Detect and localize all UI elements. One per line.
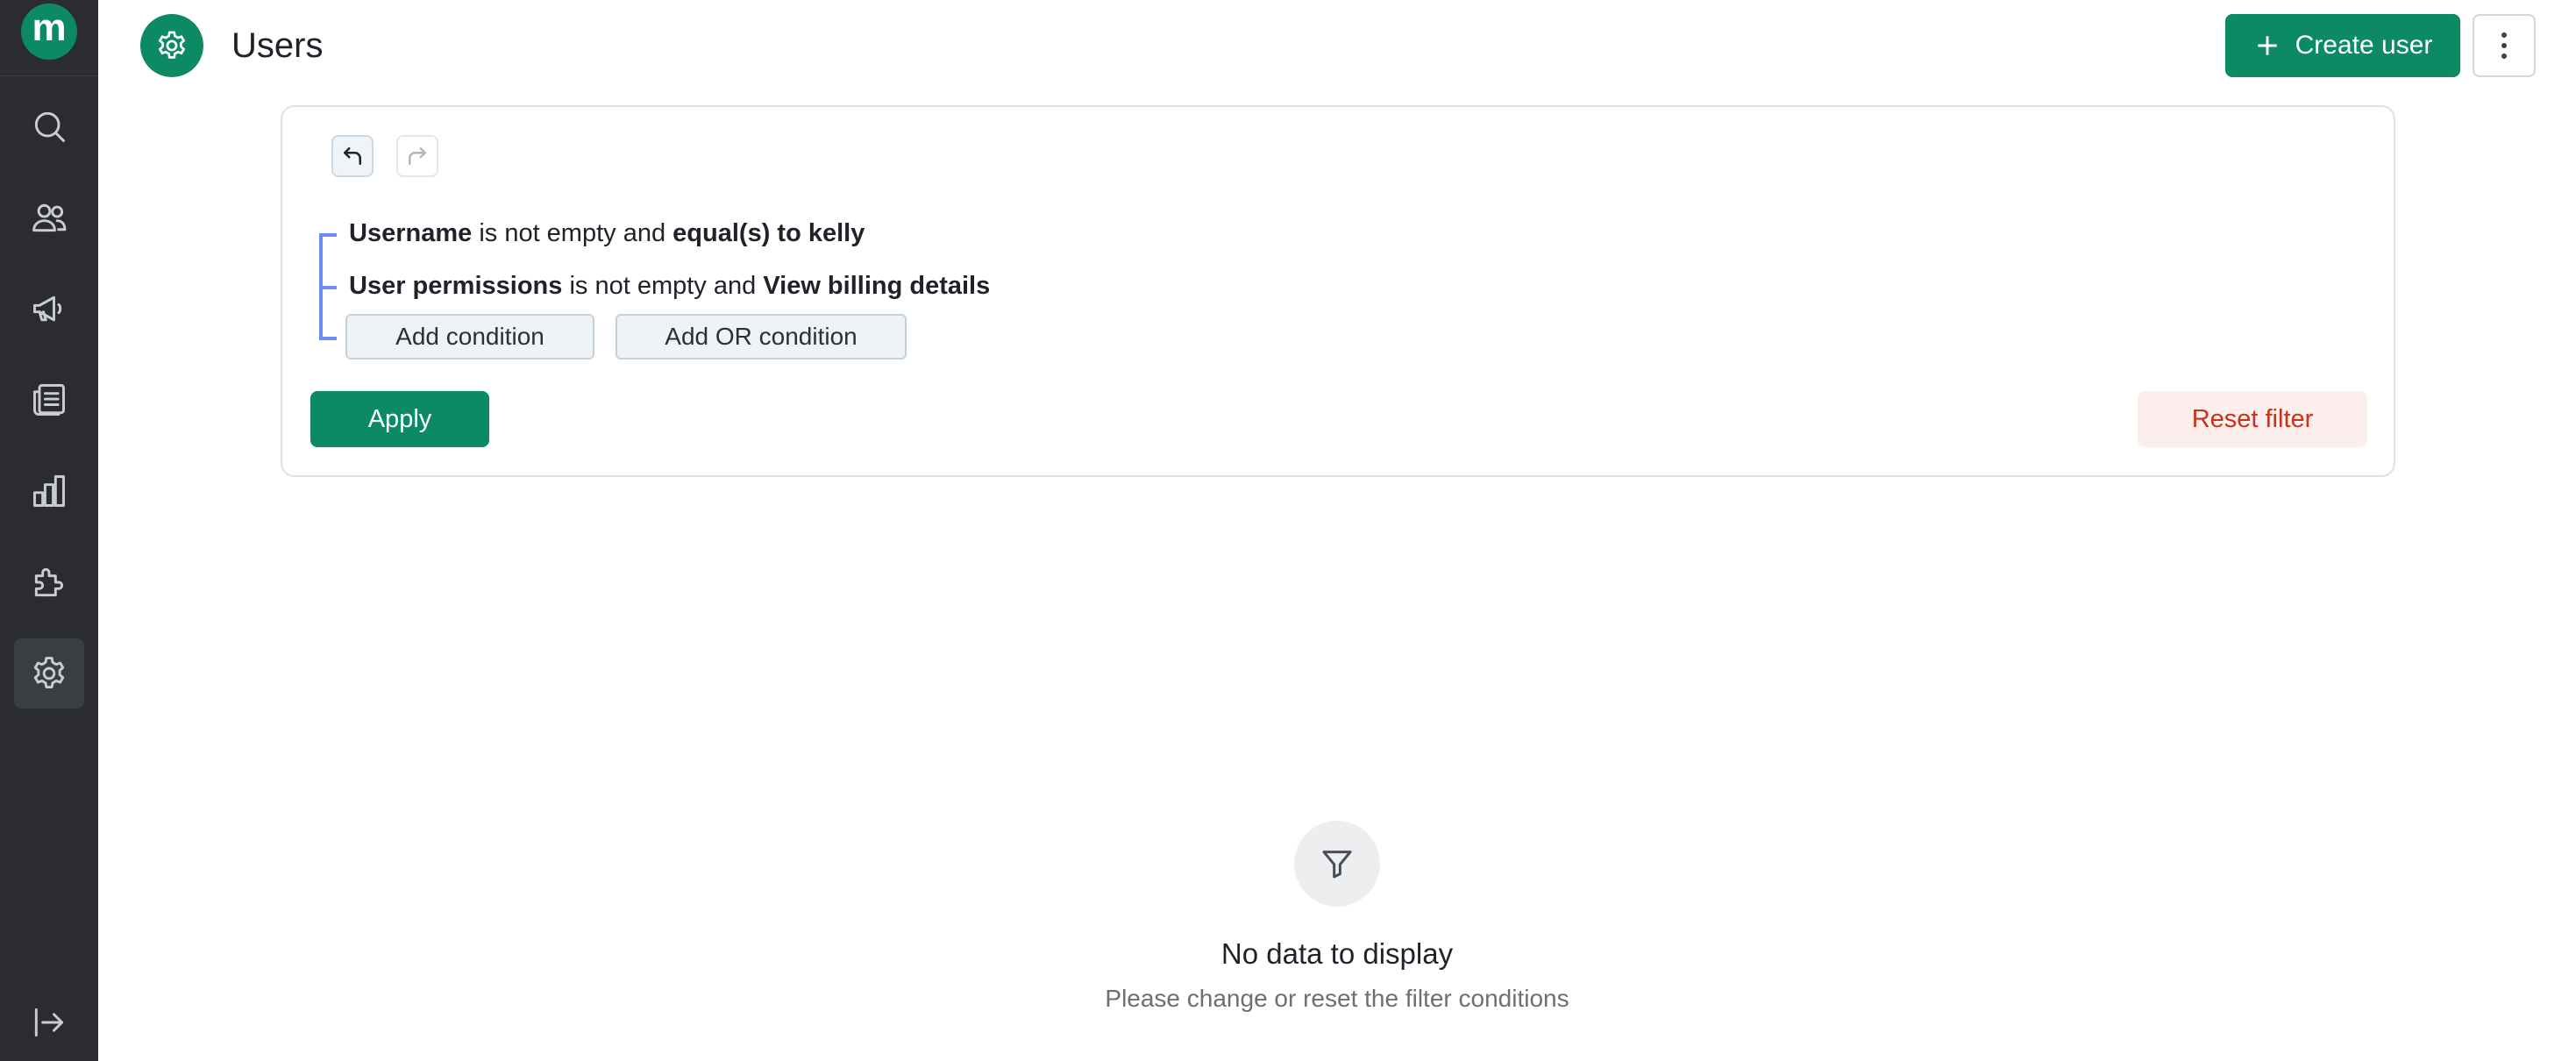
empty-state-subtitle: Please change or reset the filter condit… — [1105, 985, 1569, 1012]
condition-operator: is not empty and — [569, 272, 757, 300]
sidebar-item-search[interactable] — [14, 91, 84, 161]
more-vertical-icon — [2501, 32, 2507, 59]
settings-icon — [33, 657, 65, 689]
sidebar-divider — [0, 75, 98, 76]
condition-row-username[interactable]: Username is not empty and equal(s) to ke… — [349, 216, 865, 251]
page-title: Users — [231, 26, 324, 65]
sidebar-item-users[interactable] — [14, 182, 84, 253]
megaphone-icon — [33, 296, 62, 322]
articles-icon — [33, 384, 65, 416]
sidebar: m — [0, 0, 98, 1061]
condition-tree-branch — [319, 337, 337, 340]
more-options-button[interactable] — [2473, 14, 2536, 77]
condition-value: equal(s) to kelly — [672, 219, 865, 247]
sidebar-item-integrations[interactable] — [14, 547, 84, 617]
page-icon — [140, 14, 203, 77]
condition-field: User permissions — [349, 272, 563, 300]
settings-icon — [158, 31, 186, 59]
condition-field: Username — [349, 219, 473, 247]
users-icon — [32, 203, 67, 232]
app-logo[interactable]: m — [21, 4, 77, 60]
filter-panel: Username is not empty and equal(s) to ke… — [281, 105, 2395, 477]
integrations-icon — [34, 567, 64, 597]
redo-icon — [409, 147, 426, 165]
create-user-button[interactable]: Create user — [2225, 14, 2460, 77]
undo-button[interactable] — [331, 135, 374, 177]
undo-icon — [344, 147, 361, 165]
sidebar-item-reports[interactable] — [14, 456, 84, 526]
condition-tree-branch — [319, 233, 337, 237]
condition-tree-branch — [319, 286, 337, 289]
reset-filter-button[interactable]: Reset filter — [2138, 391, 2367, 447]
create-user-label: Create user — [2295, 31, 2433, 60]
filter-icon — [1322, 851, 1352, 879]
add-condition-button[interactable]: Add condition — [345, 314, 594, 360]
apply-button[interactable]: Apply — [310, 391, 489, 447]
sidebar-item-articles[interactable] — [14, 365, 84, 435]
sidebar-item-campaigns[interactable] — [14, 274, 84, 344]
reports-icon — [33, 475, 65, 507]
condition-row-permissions[interactable]: User permissions is not empty and View b… — [349, 268, 990, 303]
expand-sidebar-icon — [34, 1008, 64, 1037]
sidebar-expand-button[interactable] — [14, 987, 84, 1057]
condition-operator: is not empty and — [479, 219, 666, 247]
plus-icon — [2257, 36, 2277, 55]
condition-value: View billing details — [763, 272, 991, 300]
add-or-condition-button[interactable]: Add OR condition — [616, 314, 907, 360]
empty-state-icon — [1294, 821, 1380, 907]
redo-button[interactable] — [396, 135, 438, 177]
sidebar-item-settings[interactable] — [14, 638, 84, 709]
search-icon — [34, 111, 65, 142]
empty-state-title: No data to display — [1220, 937, 1454, 970]
